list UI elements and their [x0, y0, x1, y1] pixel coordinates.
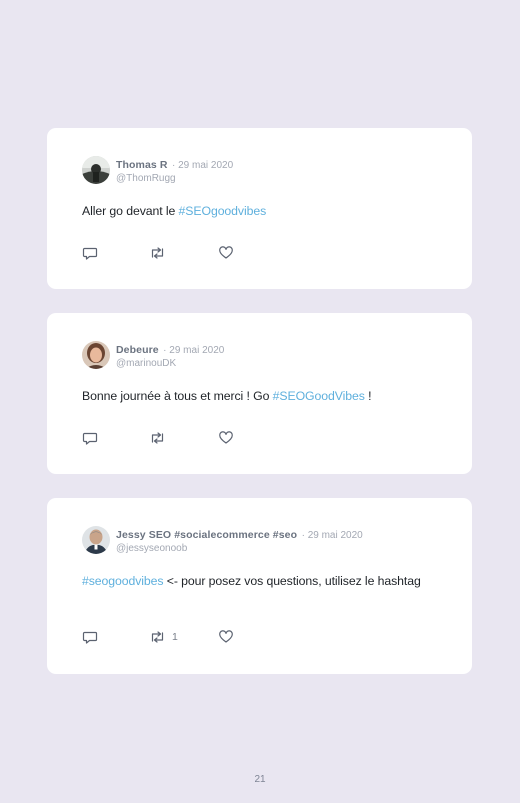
tweet-header: Debeure · 29 mai 2020 @marinouDK [82, 341, 224, 370]
tweet-card: Thomas R · 29 mai 2020 @ThomRugg Aller g… [47, 128, 472, 289]
avatar[interactable] [82, 341, 110, 369]
tweet-date: · 29 mai 2020 [163, 345, 225, 356]
avatar[interactable] [82, 156, 110, 184]
tweet-text-part: Aller go devant le [82, 204, 179, 218]
tweet-text-part: Bonne journée à tous et merci ! Go [82, 389, 273, 403]
tweet-text: #seogoodvibes <- pour posez vos question… [82, 574, 432, 589]
tweet-header: Thomas R · 29 mai 2020 @ThomRugg [82, 156, 233, 185]
tweet-meta: Thomas R · 29 mai 2020 @ThomRugg [116, 156, 233, 185]
author-handle[interactable]: @ThomRugg [116, 172, 233, 185]
reply-button[interactable] [82, 629, 98, 645]
hashtag-link[interactable]: #seogoodvibes [82, 574, 164, 588]
tweet-date: · 29 mai 2020 [301, 530, 363, 541]
heart-icon [218, 629, 234, 645]
reply-icon [82, 430, 98, 446]
page-number: 21 [254, 774, 266, 785]
tweet-text: Aller go devant le #SEOgoodvibes [82, 204, 432, 219]
tweet-card: Debeure · 29 mai 2020 @marinouDK Bonne j… [47, 313, 472, 474]
like-button[interactable] [218, 245, 234, 261]
like-button[interactable] [218, 430, 234, 446]
author-name[interactable]: Thomas R [116, 159, 168, 171]
retweet-button[interactable] [149, 245, 172, 261]
tweet-text: Bonne journée à tous et merci ! Go #SEOG… [82, 389, 432, 404]
retweet-icon [149, 245, 166, 261]
author-name[interactable]: Jessy SEO #socialecommerce #seo [116, 529, 297, 541]
hashtag-link[interactable]: #SEOgoodvibes [179, 204, 267, 218]
retweet-icon [149, 629, 166, 645]
author-handle[interactable]: @jessyseonoob [116, 542, 363, 555]
reply-icon [82, 245, 98, 261]
tweet-meta: Debeure · 29 mai 2020 @marinouDK [116, 341, 224, 370]
retweet-icon [149, 430, 166, 446]
tweet-text-part: <- pour posez vos questions, utilisez le… [163, 574, 421, 588]
tweet-date: · 29 mai 2020 [172, 160, 234, 171]
retweet-button[interactable] [149, 430, 172, 446]
like-button[interactable] [218, 629, 234, 645]
hashtag-link[interactable]: #SEOGoodVibes [273, 389, 365, 403]
reply-button[interactable] [82, 245, 98, 261]
tweet-card: Jessy SEO #socialecommerce #seo · 29 mai… [47, 498, 472, 674]
reply-button[interactable] [82, 430, 98, 446]
author-handle[interactable]: @marinouDK [116, 357, 224, 370]
reply-icon [82, 629, 98, 645]
heart-icon [218, 430, 234, 446]
heart-icon [218, 245, 234, 261]
tweet-text-part: ! [364, 389, 372, 403]
tweet-header: Jessy SEO #socialecommerce #seo · 29 mai… [82, 526, 363, 555]
author-name[interactable]: Debeure [116, 344, 159, 356]
retweet-count: 1 [172, 631, 178, 643]
retweet-button[interactable]: 1 [149, 629, 178, 645]
tweet-meta: Jessy SEO #socialecommerce #seo · 29 mai… [116, 526, 363, 555]
avatar[interactable] [82, 526, 110, 554]
